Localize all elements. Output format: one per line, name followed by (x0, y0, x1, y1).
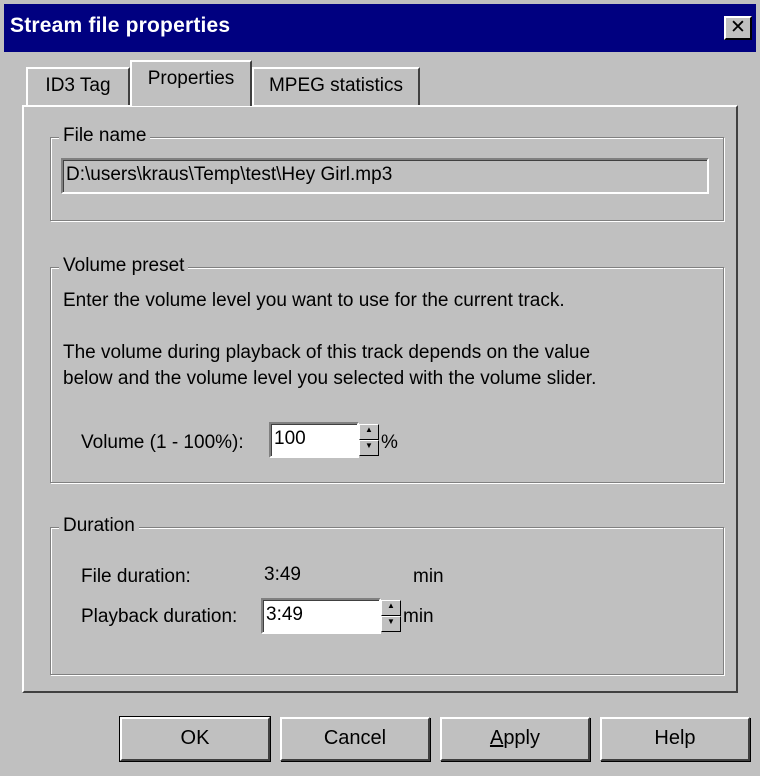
apply-label-mnemonic: A (489, 727, 504, 749)
help-button[interactable]: Help (600, 717, 750, 761)
properties-panel: File name D:\users\kraus\Temp\test\Hey G… (22, 105, 738, 693)
tab-label: MPEG statistics (268, 75, 404, 96)
file-name-group: File name D:\users\kraus\Temp\test\Hey G… (50, 125, 724, 221)
playback-duration-label: Playback duration: (81, 606, 238, 627)
volume-preset-group: Volume preset Enter the volume level you… (50, 255, 724, 483)
file-duration-label: File duration: (81, 566, 191, 587)
duration-legend: Duration (59, 515, 139, 537)
cancel-label: Cancel (323, 727, 387, 749)
playback-duration-unit: min (403, 606, 434, 627)
playback-duration-spinner[interactable]: ▲ ▼ (381, 600, 401, 632)
file-name-field[interactable]: D:\users\kraus\Temp\test\Hey Girl.mp3 (61, 158, 709, 194)
spin-up-arrow-icon[interactable]: ▲ (359, 424, 379, 440)
volume-unit: % (381, 432, 398, 453)
title-bar: Stream file properties ✕ (4, 4, 756, 52)
apply-button[interactable]: Apply (440, 717, 590, 761)
spin-down-arrow-icon[interactable]: ▼ (381, 616, 401, 632)
dialog-window: Stream file properties ✕ ID3 Tag Propert… (0, 0, 760, 776)
volume-note-line1: The volume during playback of this track… (63, 342, 591, 363)
tab-properties[interactable]: Properties (130, 60, 252, 106)
playback-duration-input[interactable]: 3:49 (261, 598, 381, 634)
window-title: Stream file properties (10, 14, 231, 37)
file-duration-unit: min (413, 566, 444, 587)
volume-instruction: Enter the volume level you want to use f… (63, 290, 565, 311)
apply-label-rest: pply (503, 727, 541, 749)
spin-down-arrow-icon[interactable]: ▼ (359, 440, 379, 456)
volume-input[interactable]: 100 (269, 422, 359, 458)
volume-spinner[interactable]: ▲ ▼ (359, 424, 379, 456)
close-button[interactable]: ✕ (724, 16, 752, 40)
file-name-legend: File name (59, 125, 151, 147)
close-icon: ✕ (730, 17, 746, 38)
tab-label: Properties (147, 68, 235, 89)
spin-up-arrow-icon[interactable]: ▲ (381, 600, 401, 616)
volume-preset-legend: Volume preset (59, 255, 189, 277)
duration-group: Duration File duration: 3:49 min Playbac… (50, 515, 724, 675)
tab-label: ID3 Tag (45, 75, 111, 96)
ok-label: OK (180, 727, 210, 749)
volume-label: Volume (1 - 100%): (81, 432, 244, 453)
tab-mpeg-statistics[interactable]: MPEG statistics (252, 67, 420, 105)
ok-button[interactable]: OK (119, 716, 271, 762)
tab-id3-tag[interactable]: ID3 Tag (26, 67, 130, 105)
volume-note-line2: below and the volume level you selected … (63, 368, 597, 389)
help-label: Help (654, 727, 696, 749)
cancel-button[interactable]: Cancel (280, 717, 430, 761)
file-duration-value: 3:49 (261, 560, 407, 592)
